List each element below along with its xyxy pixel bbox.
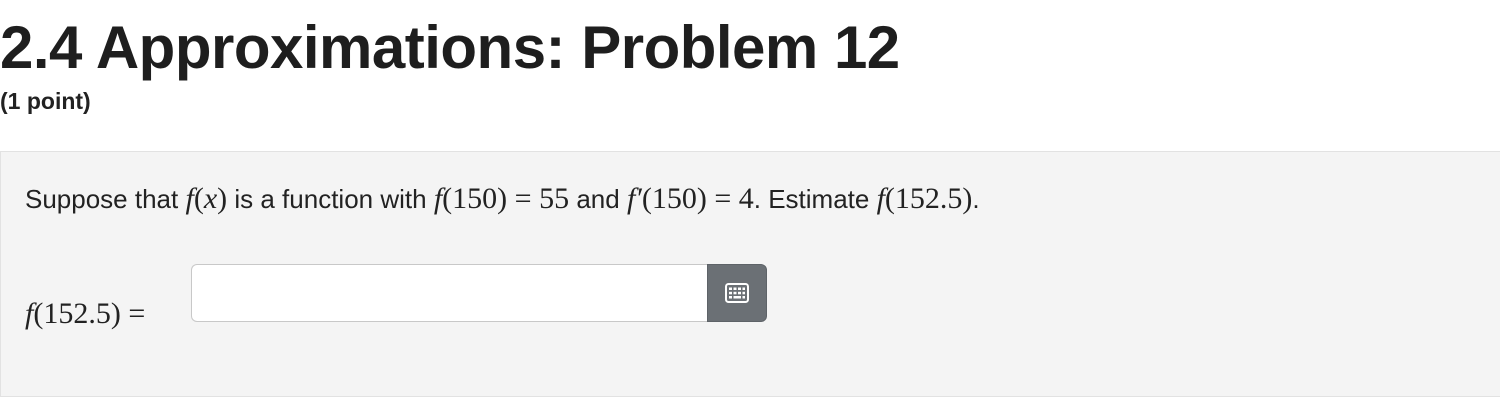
statement-text: Suppose that — [25, 184, 179, 214]
statement-text: and — [576, 184, 620, 214]
statement-text: . — [972, 184, 980, 214]
point-value: (1 point) — [0, 88, 91, 114]
problem-panel: Suppose that f(x) is a function with f(1… — [0, 151, 1500, 397]
math-fprime150: f′(150) = 4 — [626, 182, 754, 215]
problem-statement: Suppose that f(x) is a function with f(1… — [25, 182, 980, 216]
statement-text: . Estimate — [753, 184, 870, 214]
keyboard-icon — [725, 283, 749, 303]
math-fx: f(x) — [185, 182, 228, 215]
math-keyboard-button[interactable] — [707, 264, 767, 322]
math-f152-5: f(152.5) — [876, 182, 973, 215]
statement-text: is a function with — [234, 184, 427, 214]
math-f150: f(150) = 55 — [433, 182, 570, 215]
answer-label: f(152.5) = — [25, 297, 146, 330]
problem-title: 2.4 Approximations: Problem 12 — [0, 14, 900, 81]
answer-input[interactable] — [191, 264, 707, 322]
